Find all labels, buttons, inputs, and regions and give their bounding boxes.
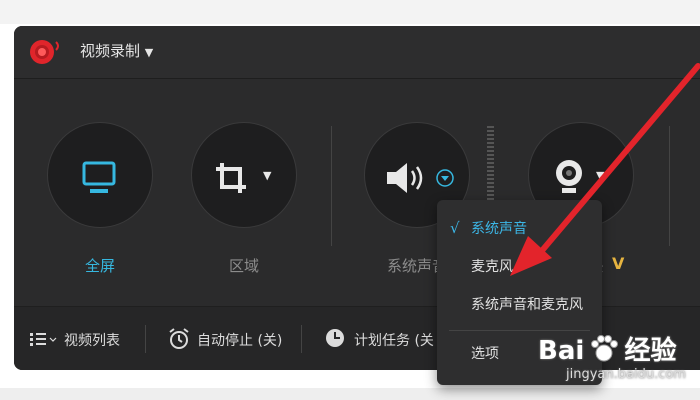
paw-icon <box>591 335 619 362</box>
watermark-brand-cn: 经验 <box>624 336 677 366</box>
watermark: Bai 经验 <box>538 330 676 367</box>
watermark-brand: Bai <box>538 336 585 366</box>
watermark-url: jingyan.baidu.com <box>566 367 686 382</box>
